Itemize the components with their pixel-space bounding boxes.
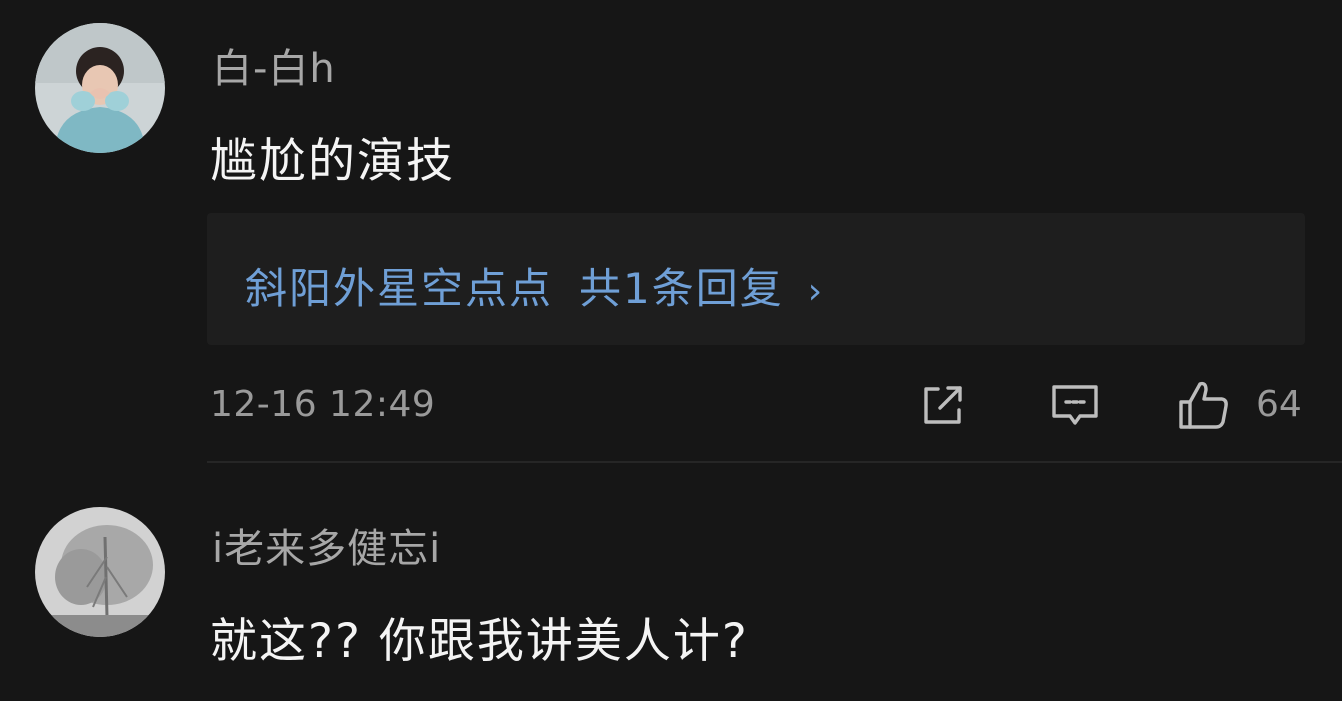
- share-button[interactable]: [916, 378, 970, 432]
- thumbs-up-icon: [1179, 381, 1228, 429]
- timestamp: 12-16 12:49: [210, 384, 436, 425]
- reply-count: 共1条回复: [579, 264, 784, 313]
- avatar[interactable]: [35, 23, 165, 153]
- avatar-image: [35, 507, 165, 637]
- comment-item: 白-白h 尴尬的演技 斜阳外星空点点 共1条回复 › 12-16 12:49 64: [0, 0, 1342, 463]
- reply-button[interactable]: [1048, 378, 1102, 432]
- avatar-image: [35, 23, 165, 153]
- reply-preview[interactable]: 斜阳外星空点点 共1条回复 ›: [207, 213, 1305, 345]
- share-icon: [924, 386, 962, 424]
- username[interactable]: 白-白h: [212, 36, 336, 94]
- like-count: 64: [1256, 384, 1302, 425]
- comment-text: 就这?? 你跟我讲美人计?: [210, 614, 749, 669]
- reply-preview-text[interactable]: 斜阳外星空点点 共1条回复 ›: [245, 255, 824, 316]
- comment-text: 尴尬的演技: [210, 134, 455, 189]
- like-button[interactable]: [1176, 378, 1230, 432]
- comment-item: i老来多健忘i 就这?? 你跟我讲美人计?: [0, 462, 1342, 701]
- reply-author: 斜阳外星空点点: [245, 264, 554, 313]
- username[interactable]: i老来多健忘i: [212, 516, 441, 574]
- avatar[interactable]: [35, 507, 165, 637]
- chevron-right-icon: ›: [807, 271, 825, 312]
- comment-icon: [1052, 385, 1098, 425]
